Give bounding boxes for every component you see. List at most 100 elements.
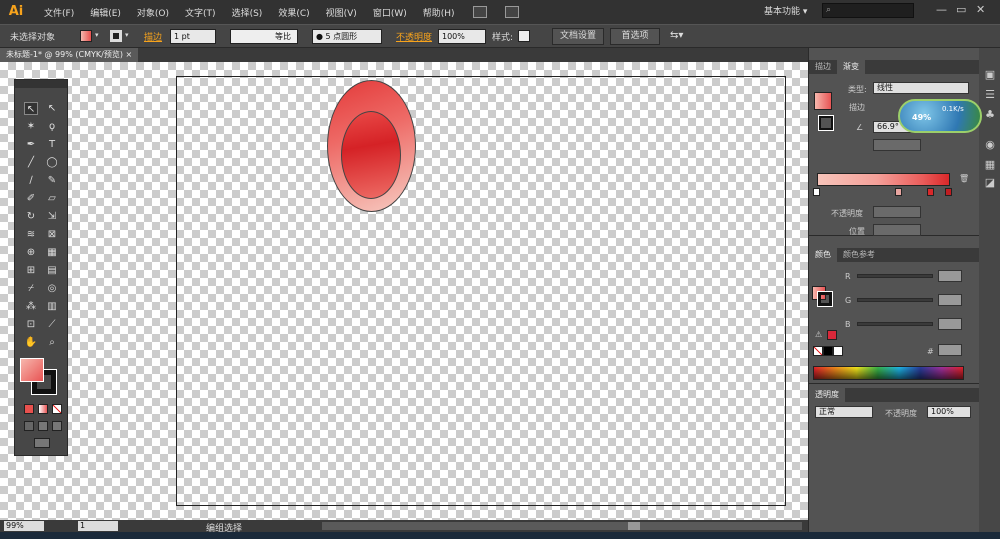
arrange-icon[interactable]: ⇆▾	[670, 30, 683, 41]
gradient-tool-icon[interactable]: ▤	[45, 264, 59, 277]
scale-tool-icon[interactable]: ⇲	[45, 210, 59, 223]
menu-object[interactable]: 对象(O)	[137, 6, 169, 19]
gradient-stop[interactable]	[813, 188, 820, 196]
tab-color[interactable]: 颜色	[809, 248, 837, 262]
screen-mode-icon[interactable]	[34, 438, 50, 448]
gradient-type-select[interactable]: 线性	[873, 82, 969, 94]
aspect-ratio-field[interactable]	[873, 139, 921, 151]
warp-tool-icon[interactable]: ≋	[24, 228, 38, 241]
color-mode-button[interactable]	[24, 404, 34, 414]
column-graph-icon[interactable]: ▥	[45, 300, 59, 313]
gradient-preview-swatch[interactable]	[814, 92, 832, 110]
rotate-tool-icon[interactable]: ↻	[24, 210, 38, 223]
eyedropper-icon[interactable]: ⌿	[24, 282, 38, 295]
slice-tool-icon[interactable]: ⟋	[45, 318, 59, 331]
arrange-documents-icon[interactable]	[504, 6, 519, 18]
menu-window[interactable]: 窗口(W)	[373, 6, 407, 19]
zoom-field[interactable]: 99%	[4, 521, 44, 531]
gradient-stop[interactable]	[895, 188, 902, 196]
lasso-icon[interactable]: ϙ	[45, 120, 59, 133]
tab-transparency[interactable]: 透明度	[809, 388, 845, 402]
blob-brush-icon[interactable]: ✐	[24, 192, 38, 205]
draw-inside-icon[interactable]	[52, 421, 62, 431]
g-slider[interactable]	[857, 298, 933, 302]
hand-tool-icon[interactable]: ✋	[24, 336, 38, 349]
direct-selection-tool-icon[interactable]: ↖	[45, 102, 59, 115]
pen-tool-icon[interactable]: ✒	[24, 138, 38, 151]
gradient-stroke-swatch[interactable]	[818, 115, 834, 131]
none-swatch[interactable]	[813, 346, 823, 356]
style-swatch[interactable]	[518, 30, 530, 42]
chevron-down-icon[interactable]: ▾	[125, 31, 129, 39]
delete-stop-icon[interactable]: 🗑	[959, 174, 969, 183]
menu-help[interactable]: 帮助(H)	[423, 6, 455, 19]
g-value-field[interactable]	[938, 294, 962, 306]
magic-wand-icon[interactable]: ✶	[24, 120, 38, 133]
close-icon[interactable]: ×	[126, 50, 133, 59]
chevron-down-icon[interactable]: ▾	[95, 31, 99, 39]
swatches-icon[interactable]: ▦	[983, 158, 997, 172]
gamut-swatch[interactable]	[827, 330, 837, 340]
stroke-link[interactable]: 描边	[144, 30, 162, 43]
free-transform-icon[interactable]: ⊠	[45, 228, 59, 241]
type-tool-icon[interactable]: T	[45, 138, 59, 151]
color-spectrum[interactable]	[813, 366, 964, 380]
white-swatch[interactable]	[833, 346, 843, 356]
mesh-tool-icon[interactable]: ⊞	[24, 264, 38, 277]
eraser-icon[interactable]: ▱	[45, 192, 59, 205]
artboard-tool-icon[interactable]: ⊡	[24, 318, 38, 331]
gradient-mode-button[interactable]	[38, 404, 48, 414]
paintbrush-icon[interactable]: ∕	[24, 174, 38, 187]
symbol-sprayer-icon[interactable]: ⁂	[24, 300, 38, 313]
tab-color-guide[interactable]: 颜色参考	[837, 248, 881, 262]
preferences-button[interactable]: 首选项	[610, 28, 660, 45]
search-input[interactable]: ⌕	[822, 3, 914, 18]
draw-normal-icon[interactable]	[24, 421, 34, 431]
gradient-ramp[interactable]	[817, 173, 950, 186]
blend-mode-select[interactable]: 正常	[815, 406, 873, 418]
stop-opacity-field[interactable]	[873, 206, 921, 218]
transparency-opacity-field[interactable]: 100%	[927, 406, 971, 418]
workspace-switcher[interactable]: 基本功能 ▾	[764, 4, 807, 17]
symbols-icon[interactable]: ♣	[983, 108, 997, 122]
appearance-icon[interactable]: ◉	[983, 138, 997, 152]
layers-icon[interactable]: ☰	[983, 88, 997, 102]
r-value-field[interactable]	[938, 270, 962, 282]
zoom-tool-icon[interactable]: ⌕	[45, 336, 59, 349]
horizontal-scrollbar[interactable]	[322, 522, 802, 530]
b-slider[interactable]	[857, 322, 933, 326]
ellipse-tool-icon[interactable]: ◯	[45, 156, 59, 169]
b-value-field[interactable]	[938, 318, 962, 330]
opacity-link[interactable]: 不透明度	[396, 30, 432, 43]
fill-color-box[interactable]	[20, 358, 44, 382]
color-stroke-swatch[interactable]	[817, 291, 833, 307]
maximize-button[interactable]: ▭	[956, 3, 966, 16]
menu-view[interactable]: 视图(V)	[326, 6, 357, 19]
artboard-navigator[interactable]: 1	[78, 521, 118, 531]
pencil-icon[interactable]: ✎	[45, 174, 59, 187]
menu-select[interactable]: 选择(S)	[232, 6, 263, 19]
stroke-profile-field[interactable]: 等比	[230, 29, 298, 44]
tab-stroke[interactable]: 描边	[809, 60, 837, 74]
menu-edit[interactable]: 编辑(E)	[90, 6, 121, 19]
blend-tool-icon[interactable]: ◎	[45, 282, 59, 295]
network-monitor-widget[interactable]: 0.1K/s 49%	[898, 99, 982, 133]
bridge-icon[interactable]	[472, 6, 487, 18]
minimize-button[interactable]: —	[936, 3, 947, 16]
tab-gradient[interactable]: 渐变	[837, 60, 865, 74]
draw-behind-icon[interactable]	[38, 421, 48, 431]
scroll-thumb[interactable]	[628, 522, 640, 530]
perspective-grid-icon[interactable]: ▦	[45, 246, 59, 259]
line-tool-icon[interactable]: ╱	[24, 156, 38, 169]
opacity-field[interactable]: 100%	[438, 29, 486, 44]
selection-tool-icon[interactable]: ↖	[24, 102, 38, 115]
black-swatch[interactable]	[823, 346, 833, 356]
r-slider[interactable]	[857, 274, 933, 278]
document-tab[interactable]: 未标题-1* @ 99% (CMYK/预览) ×	[0, 48, 139, 62]
artboards-icon[interactable]: ▣	[983, 68, 997, 82]
inner-gradient-ellipse[interactable]	[341, 111, 401, 199]
menu-effect[interactable]: 效果(C)	[278, 6, 309, 19]
close-button[interactable]: ✕	[976, 3, 985, 16]
document-setup-button[interactable]: 文档设置	[552, 28, 604, 45]
hex-value-field[interactable]	[938, 344, 962, 356]
